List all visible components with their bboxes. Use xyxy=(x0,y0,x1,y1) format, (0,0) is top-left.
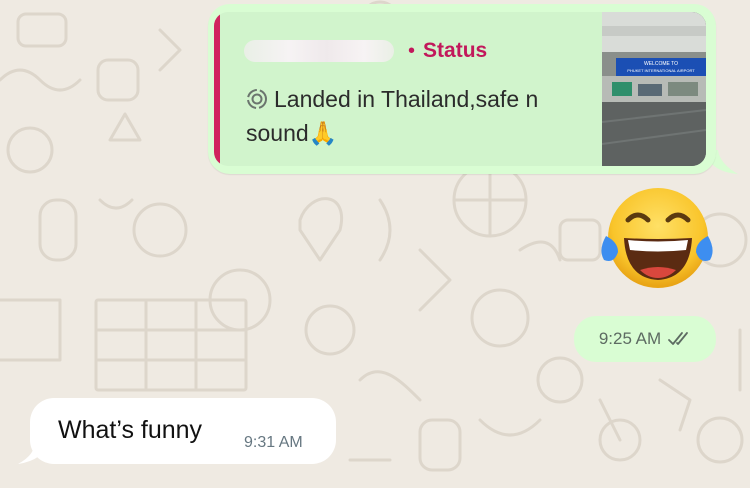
airport-sign-text: WELCOME TO xyxy=(644,61,678,67)
double-check-read-icon xyxy=(668,332,689,345)
status-reply-quote[interactable]: • Status Landed in Thailand,safe n sound… xyxy=(214,12,706,166)
svg-text:PHUKET INTERNATIONAL AIRPORT: PHUKET INTERNATIONAL AIRPORT xyxy=(627,68,695,73)
quoted-status-caption: Landed in Thailand,safe n sound🙏 xyxy=(246,86,539,146)
status-dot: • xyxy=(408,39,416,62)
incoming-message-bubble[interactable]: What’s funny 9:31 AM xyxy=(30,398,336,464)
incoming-message-text: What’s funny xyxy=(58,416,203,444)
outgoing-message-bubble[interactable]: • Status Landed in Thailand,safe n sound… xyxy=(208,4,716,174)
quote-accent-bar xyxy=(214,12,220,166)
quote-header: • Status xyxy=(244,36,487,66)
incoming-time: 9:31 AM xyxy=(244,434,303,451)
status-ring-icon xyxy=(247,89,267,109)
outgoing-time: 9:25 AM xyxy=(598,329,662,348)
status-label: Status xyxy=(423,39,488,62)
quoted-status-text: Landed in Thailand,safe n sound🙏 xyxy=(246,82,576,150)
airport-photo: WELCOME TO PHUKET INTERNATIONAL AIRPORT xyxy=(602,12,706,166)
outgoing-timestamp-bubble: 9:25 AM xyxy=(574,316,716,362)
redacted-sender-name xyxy=(244,40,394,62)
face-with-tears-of-joy-icon[interactable] xyxy=(598,186,716,296)
status-thumbnail[interactable]: WELCOME TO PHUKET INTERNATIONAL AIRPORT xyxy=(602,12,706,166)
